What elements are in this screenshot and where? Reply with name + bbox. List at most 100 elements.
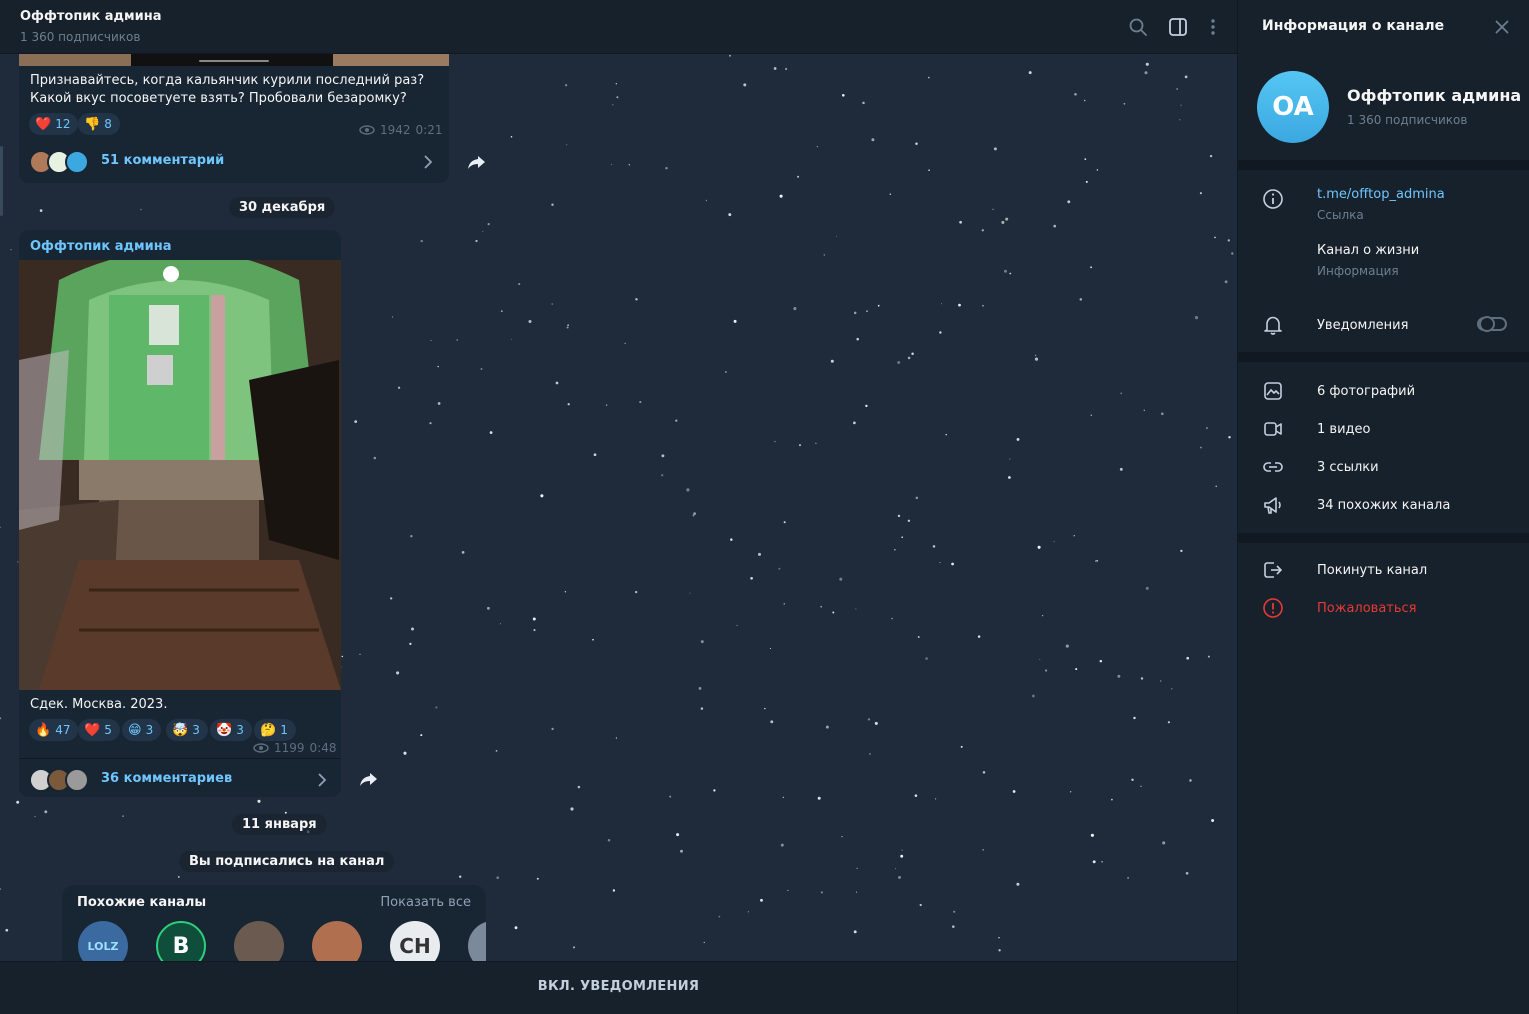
star [634,590,638,594]
star [1074,92,1077,96]
media-photos[interactable]: 6 фотографий [1317,384,1415,399]
reaction-clown[interactable]: 🤡 3 [210,719,252,741]
similar-channel-avatar[interactable] [312,921,362,961]
search-icon[interactable] [1127,16,1149,38]
comments-count: 51 комментарий [101,153,225,168]
similar-channel-avatar[interactable]: LOLZ [78,921,128,961]
star [1095,560,1097,562]
comments-button[interactable]: 36 комментариев [19,758,341,800]
star [891,617,893,620]
star [901,849,903,851]
star [686,488,690,492]
similar-channel-avatar[interactable]: CH [390,921,440,961]
star [410,535,413,538]
star [820,891,823,894]
channel-name: Оффтопик админа [1347,86,1522,105]
star [1144,71,1148,75]
star [1044,669,1048,672]
message-text: Признавайтесь, когда кальянчик курили по… [30,73,425,106]
star [1186,656,1190,660]
star [1053,541,1055,543]
star [536,877,539,880]
star [122,815,124,817]
star [743,83,747,87]
star [1167,721,1171,724]
media-videos[interactable]: 1 видео [1317,422,1370,437]
star [780,843,784,847]
show-all-link[interactable]: Показать все [380,895,471,910]
star [784,67,788,71]
reaction-heart[interactable]: ❤️ 5 [78,719,120,741]
reaction-heart[interactable]: ❤️ 12 [29,113,79,135]
star [932,545,936,548]
message-time: 0:48 [309,741,337,755]
reaction-mind-blown[interactable]: 🤯 3 [166,719,208,741]
media-similar-channels[interactable]: 34 похожих канала [1317,498,1450,513]
star [1143,409,1146,412]
similar-channel-avatar[interactable] [468,921,486,961]
star [564,83,568,87]
star [841,835,843,838]
message-media-preview[interactable] [19,54,449,66]
scrollbar-thumb[interactable] [0,146,3,216]
star [889,193,891,195]
star [510,136,513,138]
notifications-toggle[interactable] [1477,316,1507,332]
star [911,352,914,356]
reaction-thinking[interactable]: 🤔 1 [254,719,296,741]
star [615,83,617,85]
star [1065,644,1069,648]
star [839,577,843,581]
star [495,750,498,752]
star [1096,169,1099,171]
reaction-thumbs-down[interactable]: 👎 8 [78,113,120,135]
more-vertical-icon[interactable] [1202,16,1224,38]
star [669,795,672,798]
star [528,319,532,324]
star [871,138,875,142]
star [437,402,441,405]
message-photo[interactable] [19,260,341,690]
similar-channel-avatar[interactable]: B [156,921,206,961]
star [1131,778,1134,781]
star [894,549,896,551]
star [1075,668,1078,671]
heart-icon: ❤️ [35,116,52,132]
chat-header[interactable]: Оффтопик админа 1 360 подписчиков [0,0,1237,54]
star [1101,860,1103,863]
report-button[interactable]: Пожаловаться [1317,601,1417,616]
share-icon[interactable] [466,151,488,173]
star [1039,658,1041,660]
star [855,891,857,893]
star [435,706,438,709]
star [616,96,619,99]
share-icon[interactable] [358,768,380,790]
enable-notifications-button[interactable]: ВКЛ. УВЕДОМЛЕНИЯ [0,979,1237,994]
date-separator: 11 января [232,814,327,835]
reaction-count: 47 [55,723,71,737]
star [1140,785,1142,787]
reaction-fire[interactable]: 🔥 47 [29,719,79,741]
channel-description: Канал о жизни [1317,243,1420,258]
leave-channel-button[interactable]: Покинуть канал [1317,563,1427,578]
channel-avatar[interactable]: OA [1257,71,1329,143]
commenter-avatars [29,150,99,174]
star [409,642,412,646]
star [555,381,559,385]
chat-title[interactable]: Оффтопик админа [20,9,162,24]
bell-icon [1264,316,1282,335]
message-bubble[interactable]: Оффтопик админа Сдек. Москва. 2023. 🔥 47… [19,230,341,797]
close-icon[interactable] [1494,19,1510,35]
sidebar-toggle-icon[interactable] [1167,16,1189,38]
star [1008,476,1011,479]
reaction-grin[interactable]: 😁 3 [122,719,162,741]
photo-icon [1264,382,1282,400]
media-links[interactable]: 3 ссылки [1317,460,1379,475]
channel-link[interactable]: t.me/offtop_admina [1317,187,1445,202]
star [1214,236,1216,239]
star [341,655,343,658]
star [842,94,845,97]
similar-channel-avatar[interactable] [234,921,284,961]
message-sender[interactable]: Оффтопик админа [30,239,172,254]
comments-button[interactable]: 51 комментарий [19,141,449,183]
